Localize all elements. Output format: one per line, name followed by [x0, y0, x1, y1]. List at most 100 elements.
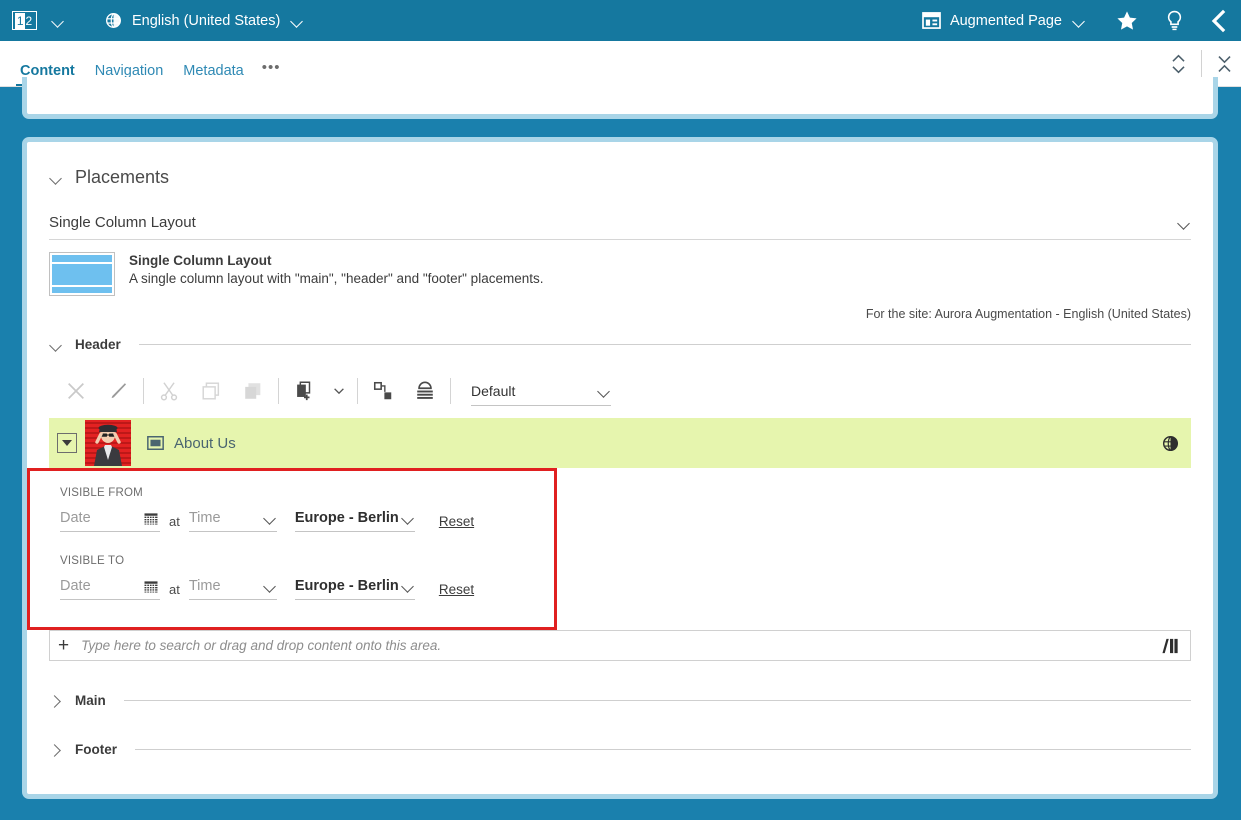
divider — [135, 749, 1191, 750]
chevron-up-down-icon[interactable] — [1170, 52, 1187, 76]
layout-band-main — [52, 264, 112, 285]
pencil-icon — [107, 380, 129, 402]
visible-to-timezone-select[interactable]: Europe - Berlin — [295, 573, 415, 600]
plus-icon[interactable]: + — [58, 636, 69, 655]
studio-window: 12 English (United States) — [0, 0, 1241, 820]
stacked-layers-icon — [414, 380, 436, 402]
layout-select-underline — [49, 239, 1191, 240]
visible-from-label: VISIBLE FROM — [60, 487, 554, 499]
placements-panel-inner: Placements Single Column Layout — [27, 142, 1213, 794]
placement-content-row[interactable]: About Us — [49, 418, 1191, 468]
visible-to-fields: Date — [60, 573, 554, 600]
lightbulb-icon[interactable] — [1166, 10, 1183, 31]
visible-from-date-input[interactable]: Date — [60, 505, 160, 532]
chevron-down-icon[interactable] — [325, 374, 353, 408]
visible-from-timezone-select[interactable]: Europe - Berlin — [295, 505, 415, 532]
copy-button[interactable] — [190, 374, 232, 408]
triangle-down-icon — [62, 440, 72, 446]
chevron-down-icon[interactable] — [51, 14, 65, 28]
star-icon[interactable] — [1116, 10, 1138, 31]
placement-group-main[interactable]: Main — [49, 693, 1191, 708]
layout-select-value: Single Column Layout — [49, 214, 196, 231]
visible-to-date-placeholder: Date — [60, 578, 91, 594]
chevron-right-icon[interactable] — [49, 694, 63, 708]
visible-from-date-placeholder: Date — [60, 510, 91, 526]
calendar-icon[interactable] — [144, 580, 160, 593]
content-area: Placements Single Column Layout — [0, 87, 1241, 820]
placement-group-footer[interactable]: Footer — [49, 742, 1191, 757]
visible-to-at-label: at — [169, 582, 180, 597]
hierarchy-icon — [372, 380, 394, 402]
content-drop-area[interactable]: + Type here to search or drag and drop c… — [49, 630, 1191, 661]
globe-icon — [105, 12, 122, 29]
add-content-button[interactable] — [283, 374, 325, 408]
content-row-name[interactable]: About Us — [174, 435, 236, 452]
top-header-bar: 12 English (United States) — [0, 0, 1241, 41]
chevron-down-icon[interactable] — [49, 338, 63, 352]
cut-button[interactable] — [148, 374, 190, 408]
upper-form-panel — [22, 77, 1218, 119]
visible-to-label: VISIBLE TO — [60, 555, 554, 567]
visible-from-reset-link[interactable]: Reset — [439, 514, 474, 529]
page-layout-icon — [922, 12, 941, 29]
toolbar-divider — [1201, 50, 1202, 78]
divider — [139, 344, 1191, 345]
layout-select[interactable]: Single Column Layout — [49, 214, 1191, 231]
divider — [124, 700, 1191, 701]
layout-description: A single column layout with "main", "hea… — [129, 271, 543, 286]
page-title: Placements — [75, 167, 169, 188]
single-column-layout-thumbnail — [49, 252, 115, 296]
version-badge[interactable]: 12 — [12, 11, 37, 30]
paste-button[interactable] — [232, 374, 274, 408]
chevron-down-icon[interactable] — [597, 384, 611, 398]
visible-from-time-placeholder: Time — [189, 510, 221, 526]
toolbar-divider — [143, 378, 144, 404]
site-note: For the site: Aurora Augmentation - Engl… — [49, 307, 1191, 321]
top-header-left: 12 English (United States) — [0, 11, 304, 30]
language-selector-label[interactable]: English (United States) — [132, 13, 280, 29]
layers-button[interactable] — [404, 374, 446, 408]
view-type-select[interactable]: Default — [471, 376, 611, 406]
placements-panel: Placements Single Column Layout — [22, 137, 1218, 799]
chevron-down-icon[interactable] — [1072, 14, 1086, 28]
visible-to-time-placeholder: Time — [189, 578, 221, 594]
library-icon[interactable] — [1160, 638, 1180, 654]
spacer — [60, 532, 554, 555]
visible-from-fields: Date — [60, 505, 554, 532]
layout-name: Single Column Layout — [129, 253, 543, 268]
chevron-down-icon[interactable] — [263, 511, 277, 525]
visibility-settings-panel: VISIBLE FROM Date — [27, 468, 557, 630]
toolbar-divider — [278, 378, 279, 404]
visible-to-reset-link[interactable]: Reset — [439, 582, 474, 597]
visible-to-time-select[interactable]: Time — [189, 573, 277, 600]
visible-from-time-select[interactable]: Time — [189, 505, 277, 532]
page-type-label: Augmented Page — [950, 13, 1062, 29]
chevron-down-icon[interactable] — [1177, 216, 1191, 230]
chevron-right-icon[interactable] — [49, 743, 63, 757]
chevron-left-icon[interactable] — [1209, 9, 1227, 33]
layout-band-footer — [52, 287, 112, 293]
row-expand-button[interactable] — [57, 433, 77, 453]
chevron-down-icon[interactable] — [263, 579, 277, 593]
placement-group-footer-label: Footer — [75, 742, 117, 757]
page-type-selector[interactable]: Augmented Page — [922, 12, 1062, 29]
chevron-down-icon[interactable] — [290, 14, 304, 28]
remove-button[interactable] — [55, 374, 97, 408]
placement-group-main-label: Main — [75, 693, 106, 708]
globe-icon[interactable] — [1162, 435, 1179, 452]
chevron-down-icon[interactable] — [49, 171, 63, 185]
visible-to-timezone-value: Europe - Berlin — [295, 578, 399, 594]
layout-texts: Single Column Layout A single column lay… — [129, 252, 543, 296]
edit-button[interactable] — [97, 374, 139, 408]
view-type-value: Default — [471, 383, 515, 399]
visible-to-date-input[interactable]: Date — [60, 573, 160, 600]
chevron-down-icon[interactable] — [401, 579, 415, 593]
chevron-down-icon[interactable] — [401, 511, 415, 525]
show-in-tree-button[interactable] — [362, 374, 404, 408]
paste-icon — [242, 380, 264, 402]
collapse-expand-all-icon[interactable] — [1216, 52, 1233, 76]
visible-from-at-label: at — [169, 514, 180, 529]
calendar-icon[interactable] — [144, 512, 160, 525]
layout-band-header — [52, 255, 112, 262]
placement-group-header[interactable]: Header — [49, 337, 1191, 352]
